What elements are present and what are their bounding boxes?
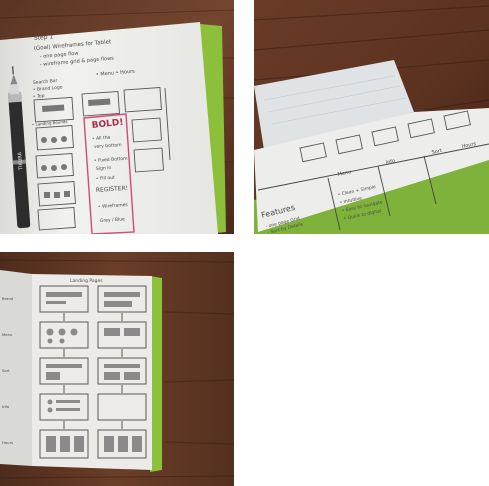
note-red-5: Sign in [96,165,112,172]
label-2: Menu [2,332,13,337]
page-heading: Landing Pages [70,278,103,284]
photo-notebook-table-scene: Menu Info Sort Hours Features - one page… [254,0,489,234]
photo-notebook-table: Menu Info Sort Hours Features - one page… [254,0,489,234]
photo-notebook-pen: Step 1 (Goal) Wireframes for Tablet - on… [0,0,234,234]
photo-notebook-wireframes-scene: Landing Pages Brand Menu Sort Info Hours [0,252,234,486]
photo-notebook-pen-scene: Step 1 (Goal) Wireframes for Tablet - on… [0,0,234,234]
label-4: Info [2,404,10,409]
label-5: Hours [2,440,13,445]
photo-notebook-wireframes: Landing Pages Brand Menu Sort Info Hours [0,252,234,486]
label-3: Sort [2,368,10,373]
label-1: Brand [2,296,14,301]
